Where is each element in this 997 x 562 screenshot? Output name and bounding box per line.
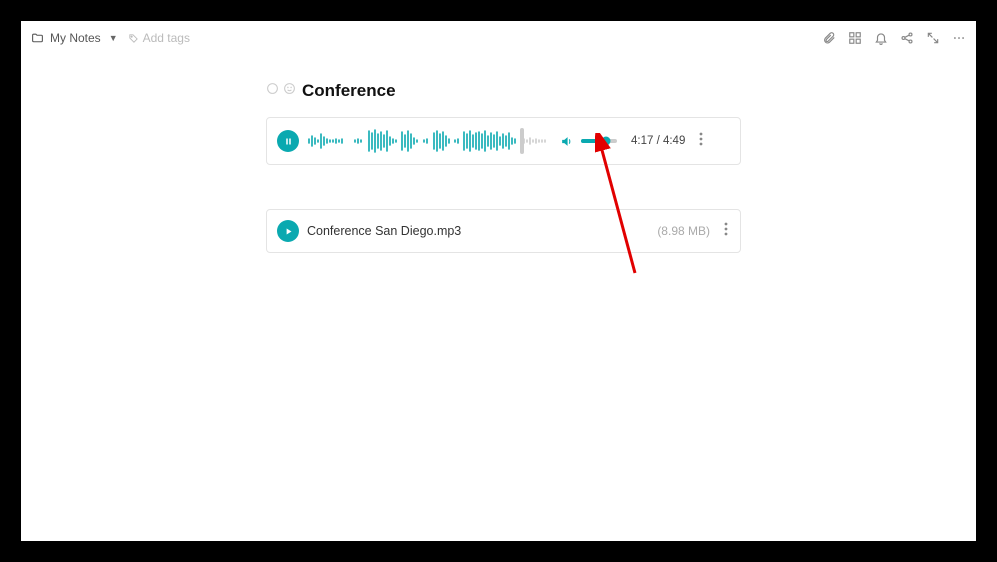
tag-icon: [128, 33, 139, 44]
note-body: Conference: [266, 81, 741, 253]
more-icon[interactable]: [952, 31, 966, 45]
chevron-down-icon: ▼: [109, 33, 118, 43]
page-title[interactable]: Conference: [302, 81, 396, 101]
waveform[interactable]: [307, 128, 552, 154]
folder-icon: [31, 32, 44, 45]
audio-player: 4:17 / 4:49: [266, 117, 741, 165]
volume-knob[interactable]: [602, 137, 611, 146]
time-display: 4:17 / 4:49: [631, 135, 685, 147]
grid-icon[interactable]: [848, 31, 862, 45]
playhead[interactable]: [520, 128, 524, 154]
attachment-more-button[interactable]: [722, 222, 730, 241]
share-icon[interactable]: [900, 31, 914, 45]
add-tags-placeholder: Add tags: [143, 31, 190, 45]
folder-label: My Notes: [50, 31, 101, 45]
top-actions: [822, 31, 966, 45]
expand-icon[interactable]: [926, 31, 940, 45]
title-row: Conference: [266, 81, 741, 101]
pause-button[interactable]: [277, 130, 299, 152]
bell-icon[interactable]: [874, 31, 888, 45]
attachment-icon[interactable]: [822, 31, 836, 45]
top-bar: My Notes ▼ Add tags: [21, 21, 976, 55]
add-tags[interactable]: Add tags: [128, 31, 190, 45]
audio-more-button[interactable]: [697, 132, 705, 151]
circle-icon[interactable]: [266, 82, 279, 100]
smile-icon[interactable]: [283, 82, 296, 100]
file-attachment: Conference San Diego.mp3 (8.98 MB): [266, 209, 741, 253]
breadcrumb[interactable]: My Notes ▼: [31, 31, 118, 45]
title-prefix-icons: [266, 82, 296, 100]
play-button[interactable]: [277, 220, 299, 242]
note-page: My Notes ▼ Add tags: [21, 21, 976, 541]
volume-icon[interactable]: [560, 135, 573, 148]
attachment-size: (8.98 MB): [657, 224, 710, 238]
attachment-filename[interactable]: Conference San Diego.mp3: [307, 224, 649, 238]
volume-slider[interactable]: [581, 139, 617, 143]
